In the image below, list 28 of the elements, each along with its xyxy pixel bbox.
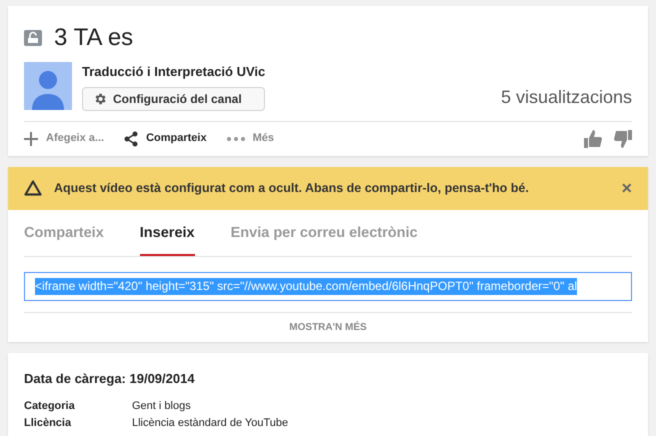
action-button[interactable]: Afegeix a... xyxy=(24,130,104,147)
thumbs-down-icon[interactable] xyxy=(614,130,632,148)
tab[interactable]: Envia per correu electrònic xyxy=(230,216,418,256)
detail-value: Gent i blogs xyxy=(132,398,191,413)
share-icon xyxy=(124,130,138,146)
show-more-button[interactable]: MOSTRA'N MÉS xyxy=(289,320,367,336)
more-icon xyxy=(226,136,245,140)
warning-icon xyxy=(24,180,42,196)
channel-settings-button[interactable]: Configuració del canal xyxy=(82,86,266,110)
detail-value: Llicència estàndard de YouTube xyxy=(132,416,288,430)
close-button[interactable]: × xyxy=(621,179,632,197)
video-title: 3 TA es xyxy=(54,24,134,52)
action-button[interactable]: Comparteix xyxy=(124,130,207,147)
warning-text: Aquest vídeo està configurat com a ocult. Abans de compartir-lo, pensa-t'ho bé. xyxy=(54,180,529,197)
gear-icon xyxy=(93,92,107,106)
detail-label: Categoria xyxy=(24,398,76,413)
avatar-icon xyxy=(24,62,72,110)
thumbs-up-icon[interactable] xyxy=(584,130,602,148)
channel-name[interactable]: Traducció i Interpretació UVic xyxy=(82,62,266,82)
tab[interactable]: Insereix xyxy=(140,216,195,256)
detail-label: Llicència xyxy=(24,416,72,430)
embed-code-field[interactable]: <iframe width="420" height="315" src="//www.youtube.com/embed/6l6HnqPOPT0" frameborder="0" al xyxy=(24,272,632,302)
upload-date: Data de càrrega: 19/09/2014 xyxy=(24,370,196,388)
lock-icon xyxy=(24,30,42,46)
plus-icon xyxy=(24,132,38,146)
action-button[interactable]: Més xyxy=(226,130,274,147)
tab[interactable]: Comparteix xyxy=(24,216,104,256)
view-count: 5 visualitzacions xyxy=(500,86,632,108)
